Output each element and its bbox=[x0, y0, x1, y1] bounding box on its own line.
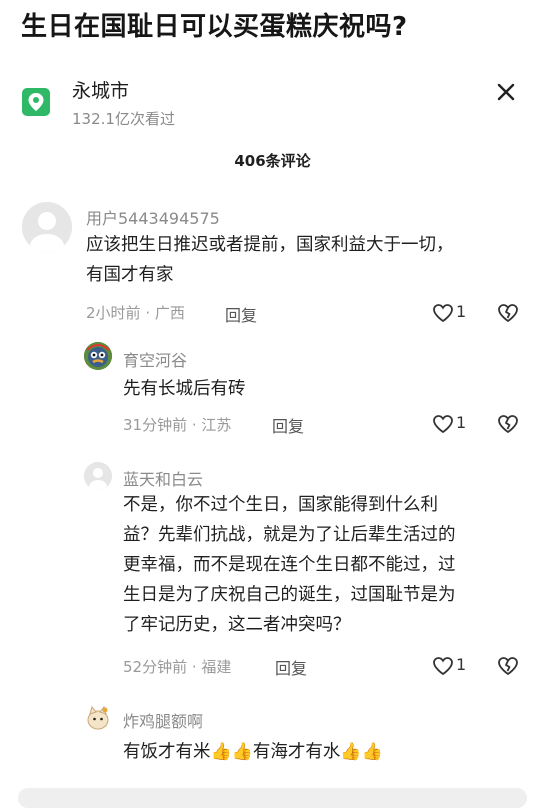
reply-region: 江苏 bbox=[201, 416, 232, 434]
reply-time: 52分钟前 bbox=[123, 658, 188, 676]
post-title: 生日在国耻日可以买蛋糕庆祝吗? bbox=[21, 12, 408, 42]
reply-text: 有饭才有米👍👍有海才有水👍👍 bbox=[123, 737, 383, 767]
like-count: 1 bbox=[456, 655, 467, 674]
reply-text: 先有长城后有砖 bbox=[123, 374, 246, 404]
reply-time: 31分钟前 bbox=[123, 416, 188, 434]
comment-input-bar[interactable] bbox=[18, 788, 527, 808]
reply-region: 福建 bbox=[201, 658, 232, 676]
reply-text-line: 不是，你不过个生日，国家能得到什么利 bbox=[123, 495, 438, 515]
reply-text-part: 有海才有水 bbox=[252, 742, 341, 762]
close-icon[interactable] bbox=[494, 80, 518, 104]
like-count: 1 bbox=[456, 302, 467, 321]
thumbs-up-emoji: 👍👍 bbox=[340, 742, 383, 762]
heart-icon[interactable] bbox=[432, 414, 454, 434]
thumbs-up-emoji: 👍👍 bbox=[210, 742, 253, 762]
comment-text-line: 有国才有家 bbox=[86, 265, 174, 285]
topic-name[interactable]: 永城市 bbox=[72, 76, 129, 103]
comment-meta: 2小时前 · 广西 bbox=[86, 302, 185, 323]
reply-username[interactable]: 育空河谷 bbox=[123, 347, 187, 371]
comment-region: 广西 bbox=[154, 304, 185, 322]
reply-text-line: 益？先辈们抗战，就是为了让后辈生活过的 bbox=[123, 525, 456, 545]
reply-text-line: 先有长城后有砖 bbox=[123, 379, 246, 399]
broken-heart-icon[interactable] bbox=[497, 414, 519, 434]
meta-separator: · bbox=[187, 416, 202, 434]
reply-button[interactable]: 回复 bbox=[275, 655, 307, 679]
heart-icon[interactable] bbox=[432, 656, 454, 676]
reply-meta: 31分钟前 · 江苏 bbox=[123, 414, 231, 435]
avatar[interactable] bbox=[84, 462, 112, 490]
reply-text-line: 了牢记历史，这二者冲突吗？ bbox=[123, 615, 351, 635]
broken-heart-icon[interactable] bbox=[497, 656, 519, 676]
avatar[interactable] bbox=[22, 202, 72, 252]
location-pin-icon bbox=[22, 88, 50, 116]
reply-username[interactable]: 炸鸡腿额啊 bbox=[123, 708, 203, 732]
avatar[interactable] bbox=[84, 342, 112, 370]
comment-count: 406条评论 bbox=[234, 152, 311, 170]
topic-views: 132.1亿次看过 bbox=[72, 110, 175, 128]
reply-button[interactable]: 回复 bbox=[272, 413, 304, 437]
meta-separator: · bbox=[187, 658, 202, 676]
heart-icon[interactable] bbox=[432, 303, 454, 323]
comment-time: 2小时前 bbox=[86, 304, 141, 322]
comment-text: 应该把生日推迟或者提前，国家利益大于一切， 有国才有家 bbox=[86, 230, 454, 290]
avatar[interactable] bbox=[84, 704, 112, 732]
reply-button[interactable]: 回复 bbox=[225, 302, 257, 326]
reply-meta: 52分钟前 · 福建 bbox=[123, 656, 231, 677]
comment-username[interactable]: 用户5443494575 bbox=[86, 205, 220, 229]
comment-text-line: 应该把生日推迟或者提前，国家利益大于一切， bbox=[86, 235, 454, 255]
broken-heart-icon[interactable] bbox=[497, 303, 519, 323]
reply-text-part: 有饭才有米 bbox=[123, 742, 211, 762]
meta-separator: · bbox=[140, 304, 155, 322]
reply-text-line: 更幸福，而不是现在连个生日都不能过，过 bbox=[123, 555, 456, 575]
reply-text-line: 生日是为了庆祝自己的诞生，过国耻节是为 bbox=[123, 585, 456, 605]
like-count: 1 bbox=[456, 413, 467, 432]
reply-username[interactable]: 蓝天和白云 bbox=[123, 466, 203, 490]
reply-text: 不是，你不过个生日，国家能得到什么利 益？先辈们抗战，就是为了让后辈生活过的 更… bbox=[123, 490, 456, 640]
